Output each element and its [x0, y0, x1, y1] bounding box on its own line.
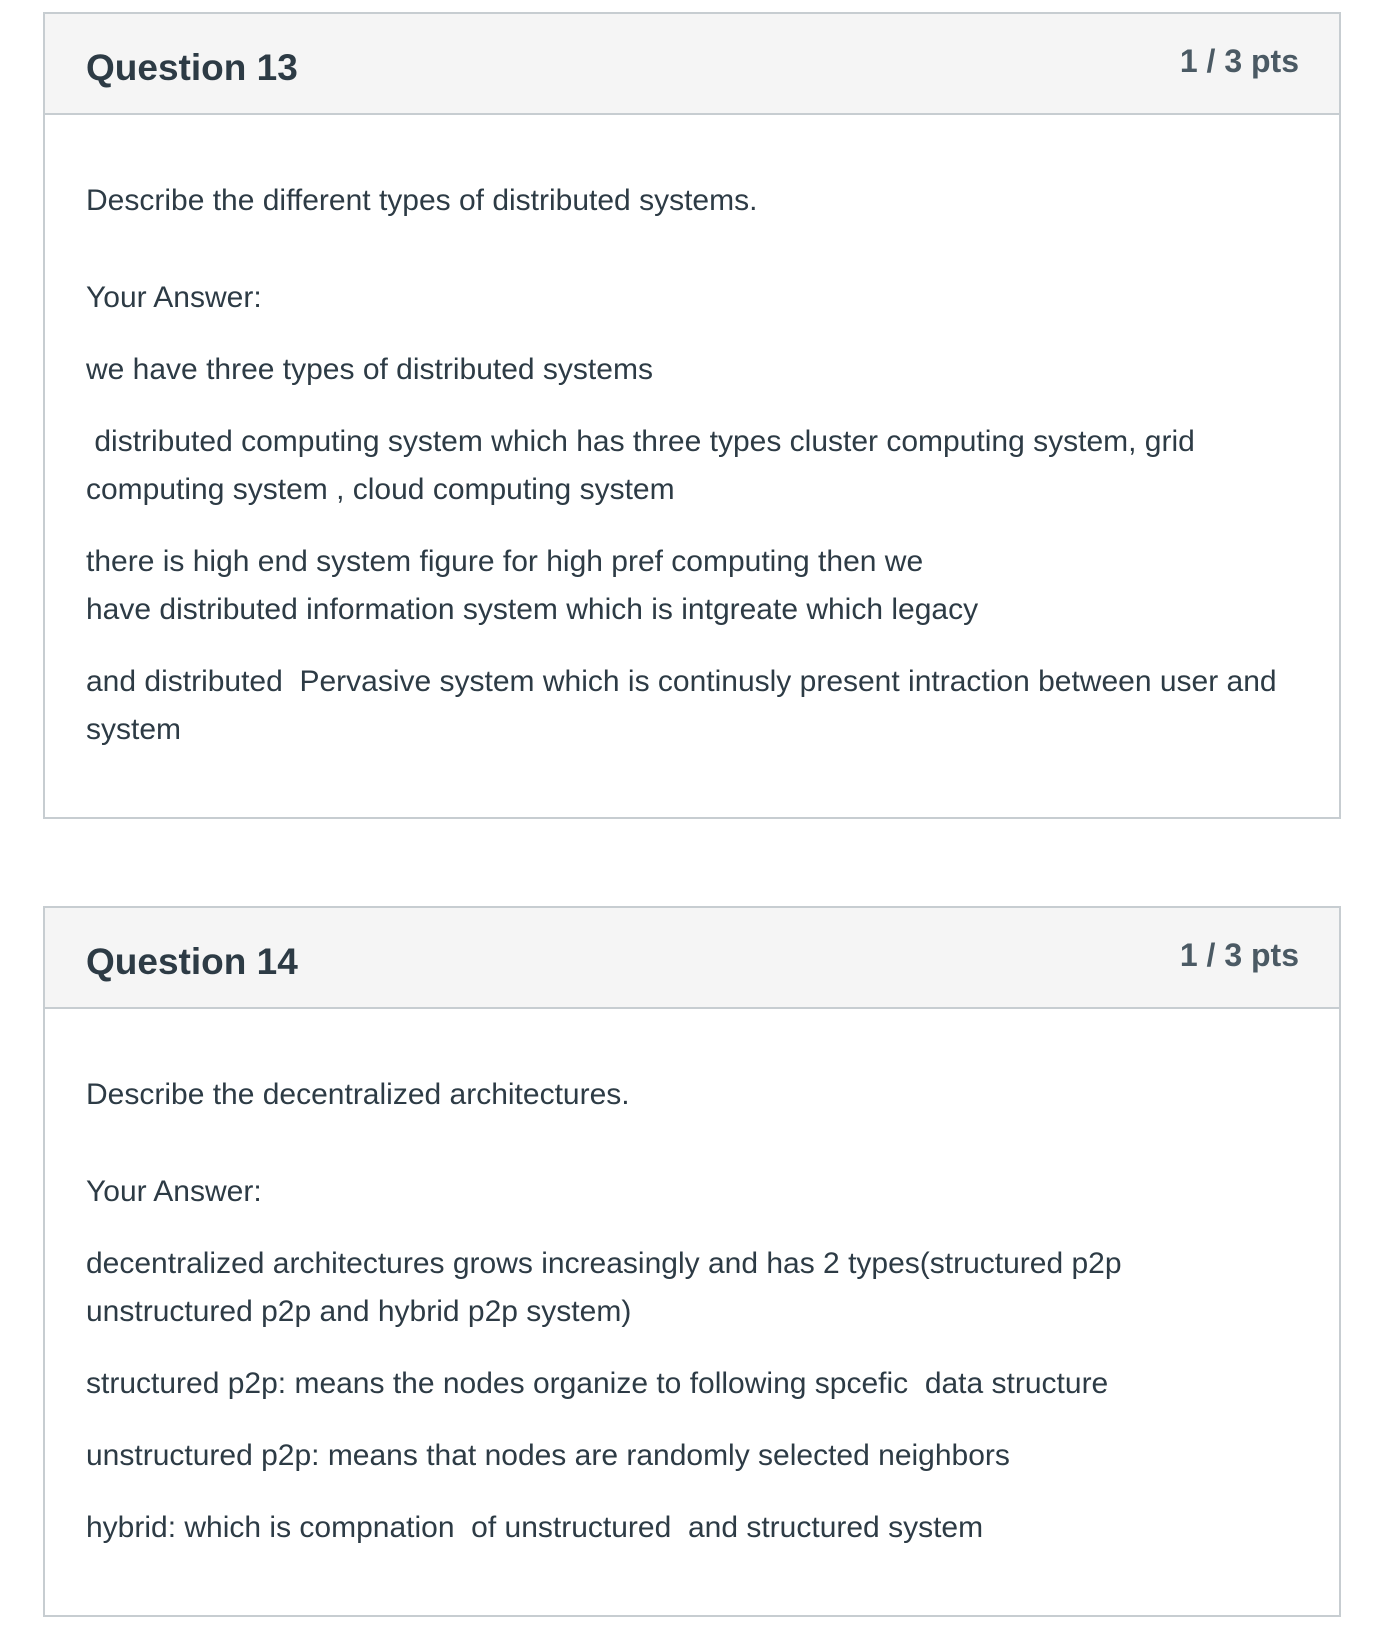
answer-paragraph: decentralized architectures grows increa…	[86, 1247, 1130, 1328]
question-header: Question 14 1 / 3 pts	[45, 908, 1339, 1009]
answer-paragraph: hybrid: which is compnation of unstructu…	[86, 1511, 984, 1544]
question-title: Question 13	[86, 47, 298, 88]
question-prompt: Describe the different types of distribu…	[86, 184, 758, 217]
question-14-card: Question 14 1 / 3 pts Describe the decen…	[43, 906, 1341, 1617]
question-prompt: Describe the decentralized architectures…	[86, 1078, 630, 1111]
answer-paragraph: there is high end system figure for high…	[86, 545, 979, 626]
answer-paragraph: unstructured p2p: means that nodes are r…	[86, 1439, 1010, 1472]
answer-paragraph: distributed computing system which has t…	[86, 425, 1204, 506]
question-title: Question 14	[86, 941, 298, 982]
answer-label: Your Answer:	[86, 281, 262, 314]
question-points: 1 / 3 pts	[1179, 43, 1299, 79]
question-header: Question 13 1 / 3 pts	[45, 14, 1339, 115]
question-body: Describe the decentralized architectures…	[45, 1009, 1339, 1616]
question-body: Describe the different types of distribu…	[45, 115, 1339, 818]
answer-label: Your Answer:	[86, 1175, 262, 1208]
question-points: 1 / 3 pts	[1179, 937, 1299, 973]
answer-paragraph: and distributed Pervasive system which i…	[86, 665, 1285, 746]
answer-paragraph: we have three types of distributed syste…	[86, 353, 653, 386]
answer-paragraph: structured p2p: means the nodes organize…	[86, 1367, 1109, 1400]
question-13-card: Question 13 1 / 3 pts Describe the diffe…	[43, 12, 1341, 819]
